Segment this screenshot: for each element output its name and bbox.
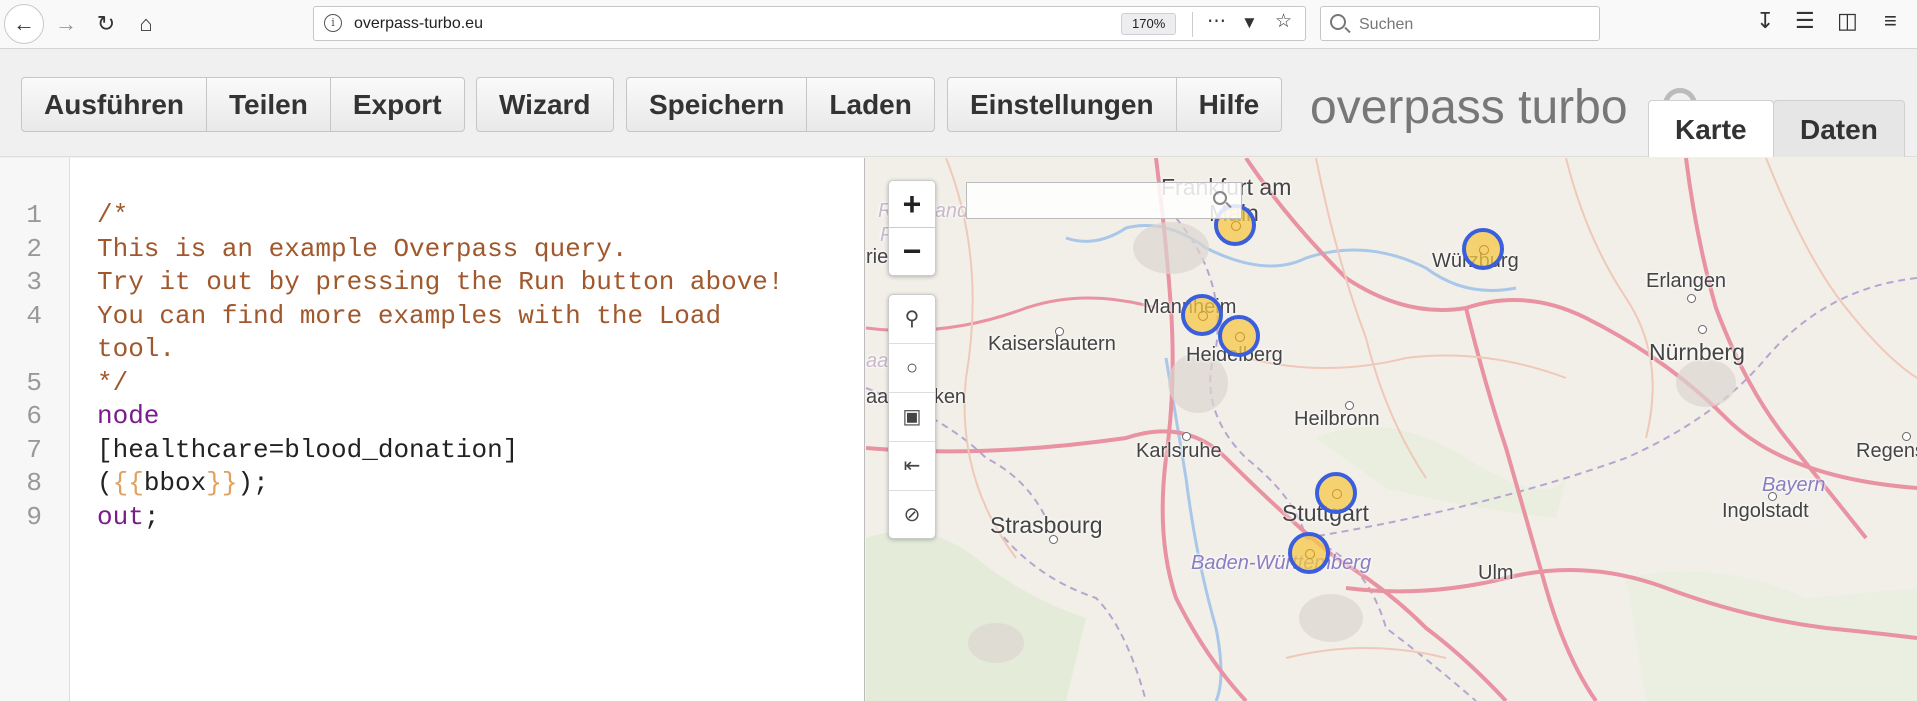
line-number: 7 — [26, 434, 42, 465]
url-text[interactable]: overpass-turbo.eu — [354, 15, 483, 33]
zoom-level-badge[interactable]: 170% — [1121, 13, 1177, 35]
code-text: /* — [97, 200, 129, 230]
collapse-icon[interactable]: ⇤ — [889, 442, 935, 491]
result-marker[interactable] — [1288, 532, 1330, 574]
code-text: tool. — [97, 334, 176, 364]
code-text: Try it out by pressing the Run button ab… — [97, 267, 784, 297]
search-bar[interactable]: Suchen — [1320, 6, 1600, 41]
ban-icon[interactable]: ⊘ — [889, 491, 935, 540]
wizard-button[interactable]: Wizard — [477, 78, 613, 131]
code-text: */ — [97, 367, 129, 398]
bookmark-star-icon[interactable]: ☆ — [1275, 10, 1292, 33]
map-label-strasbourg: Strasbourg — [990, 512, 1103, 538]
zoom-control: + − — [888, 180, 936, 276]
pocket-icon[interactable]: ▼ — [1241, 13, 1258, 33]
map-label-nuernberg: Nürnberg — [1649, 339, 1745, 365]
city-dot — [1049, 535, 1058, 544]
city-dot — [1687, 294, 1696, 303]
line-number: 3 — [26, 267, 42, 297]
zoom-out-button[interactable]: − — [889, 228, 935, 275]
search-icon[interactable]: ⚲ — [889, 295, 935, 344]
forward-button[interactable]: → — [46, 4, 86, 44]
image-icon[interactable]: ▣ — [889, 393, 935, 442]
map-label-ulm: Ulm — [1478, 562, 1514, 584]
info-icon[interactable]: i — [324, 14, 342, 32]
map-tools: ⚲ ○ ▣ ⇤ ⊘ — [888, 294, 936, 539]
search-icon — [1213, 191, 1227, 205]
button-group-wizard: Wizard — [476, 77, 614, 132]
back-button[interactable]: ← — [4, 4, 44, 44]
button-group-save: Speichern Laden — [626, 77, 935, 132]
menu-icon[interactable]: ≡ — [1884, 8, 1897, 34]
result-marker[interactable] — [1218, 315, 1260, 357]
separator — [1192, 12, 1193, 37]
code-text: [healthcare=blood_donation] — [97, 434, 519, 465]
line-number: 6 — [26, 401, 42, 431]
map-label-karlsruhe: Karlsruhe — [1136, 440, 1222, 462]
query-editor[interactable]: 1 /* 2 This is an example Overpass query. 3 T… — [0, 158, 865, 701]
line-number: 8 — [26, 468, 42, 498]
line-number: 5 — [26, 367, 42, 398]
run-button[interactable]: Ausführen — [22, 78, 207, 131]
result-marker[interactable] — [1315, 472, 1357, 514]
city-dot — [1768, 492, 1777, 501]
load-button[interactable]: Laden — [807, 78, 933, 131]
home-button[interactable]: ⌂ — [126, 4, 166, 44]
line-number: 9 — [26, 501, 42, 532]
code-text: out; — [97, 501, 160, 532]
button-group-run: Ausführen Teilen Export — [21, 77, 465, 132]
map-label-regens: Regens — [1856, 440, 1917, 462]
zoom-in-button[interactable]: + — [889, 181, 935, 228]
brand-title: overpass turbo — [1310, 81, 1628, 134]
map-label-erlangen: Erlangen — [1646, 270, 1727, 292]
code-text: This is an example Overpass query. — [97, 233, 628, 264]
share-button[interactable]: Teilen — [207, 78, 331, 131]
city-dot — [1055, 327, 1064, 336]
browser-toolbar: ← → ↻ ⌂ i overpass-turbo.eu 170% ⋯ ▼ ☆ S… — [0, 0, 1917, 49]
city-dot — [1182, 432, 1191, 441]
code-text: You can find more examples with the Load — [97, 300, 722, 331]
save-button[interactable]: Speichern — [627, 78, 808, 131]
search-placeholder: Suchen — [1359, 16, 1414, 33]
line-number: 4 — [26, 300, 42, 331]
city-dot — [1698, 325, 1707, 334]
export-button[interactable]: Export — [331, 78, 464, 131]
button-group-settings: Einstellungen Hilfe — [947, 77, 1283, 132]
code-text: node — [97, 401, 160, 431]
city-dot — [1902, 432, 1911, 441]
line-number: 1 — [26, 200, 42, 230]
app-toolbar: Ausführen Teilen Export Wizard Speichern… — [0, 50, 1917, 157]
code-text: ({{bbox}}); — [97, 468, 269, 498]
line-number: 2 — [26, 233, 42, 264]
library-icon[interactable]: ☰ — [1795, 8, 1815, 34]
map-label-rie: rie — [866, 246, 889, 268]
map-tiles — [866, 158, 1917, 701]
reload-button[interactable]: ↻ — [86, 4, 126, 44]
tab-map[interactable]: Karte — [1648, 100, 1774, 157]
city-dot — [1345, 401, 1354, 410]
search-icon — [1330, 14, 1346, 30]
result-marker[interactable] — [1462, 228, 1504, 270]
map-search-input[interactable] — [966, 182, 1242, 219]
sidebar-icon[interactable]: ◫ — [1837, 8, 1858, 34]
help-button[interactable]: Hilfe — [1177, 78, 1282, 131]
map-label-heilbronn: Heilbronn — [1294, 408, 1380, 430]
page-actions-icon[interactable]: ⋯ — [1207, 10, 1226, 33]
result-marker[interactable] — [1181, 294, 1223, 336]
map-view[interactable]: Rheinland Pfalz aarland rie Frankfurt am… — [866, 158, 1917, 701]
map-label-baden-wuerttemberg: Baden-Württemberg — [1191, 552, 1372, 574]
circle-icon[interactable]: ○ — [889, 344, 935, 393]
settings-button[interactable]: Einstellungen — [948, 78, 1177, 131]
tab-data[interactable]: Daten — [1773, 100, 1905, 157]
map-label-ingolstadt: Ingolstadt — [1722, 500, 1809, 522]
map-label-kaiserslautern: Kaiserslautern — [988, 333, 1116, 355]
download-icon[interactable]: ↧ — [1756, 8, 1774, 34]
address-bar[interactable]: i overpass-turbo.eu 170% ⋯ ▼ ☆ — [313, 6, 1306, 41]
